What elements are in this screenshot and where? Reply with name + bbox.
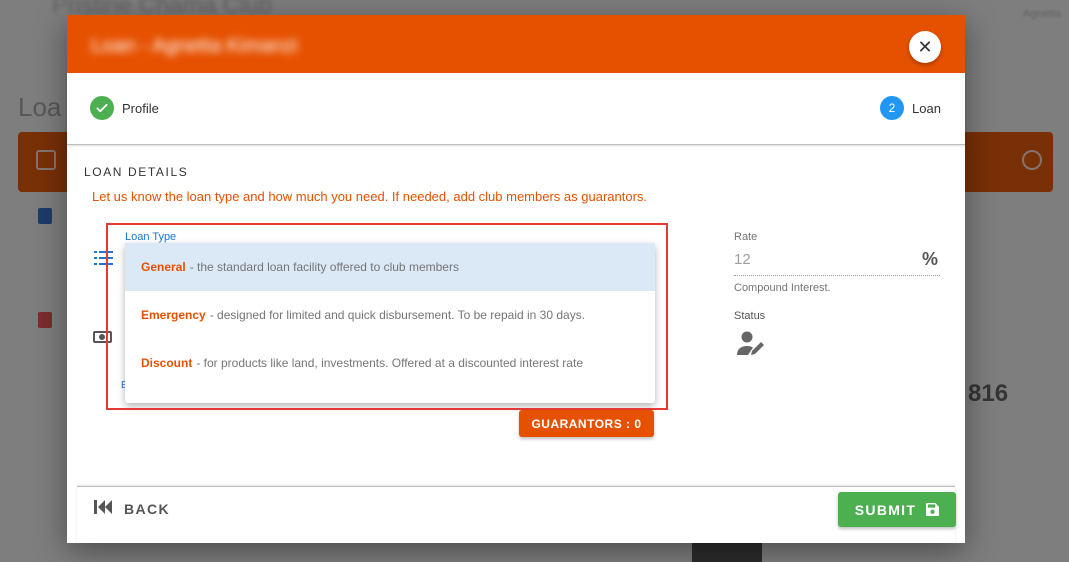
percent-icon: %	[921, 249, 938, 269]
section-title: LOAN DETAILS	[84, 165, 189, 179]
close-button[interactable]: ✕	[909, 31, 941, 63]
back-button[interactable]: BACK	[94, 499, 170, 519]
step-number: 2	[880, 96, 904, 120]
close-icon: ✕	[917, 36, 933, 57]
rate-label: Rate	[734, 231, 758, 243]
section-description: Let us know the loan type and how much y…	[92, 189, 648, 204]
dialog-header: Loan - Agnetta Kimanzi ✕	[67, 15, 965, 73]
skip-previous-icon	[94, 499, 112, 519]
person-edit-icon	[737, 331, 767, 362]
dialog-title: Loan - Agnetta Kimanzi	[91, 35, 298, 57]
dialog-footer: BACK SUBMIT	[77, 486, 956, 543]
submit-label: SUBMIT	[854, 501, 917, 518]
highlight-box	[106, 223, 668, 410]
step-label: Loan	[912, 100, 941, 116]
rate-input: 12 %	[734, 249, 940, 276]
status-label: Status	[734, 310, 766, 322]
submit-button[interactable]: SUBMIT	[838, 492, 956, 527]
check-icon	[90, 96, 114, 120]
save-icon	[926, 503, 940, 516]
back-label: BACK	[124, 501, 171, 517]
step-label: Profile	[122, 100, 159, 116]
stepper: Profile 2 Loan	[67, 73, 965, 145]
step-loan[interactable]: 2 Loan	[880, 96, 941, 120]
step-profile[interactable]: Profile	[90, 96, 159, 120]
guarantors-button[interactable]: GUARANTORS : 0	[519, 410, 654, 437]
rate-hint: Compound Interest.	[734, 282, 831, 294]
loan-dialog: Loan - Agnetta Kimanzi ✕ Profile 2 Loan …	[67, 15, 965, 543]
rate-value: 12	[734, 251, 751, 268]
